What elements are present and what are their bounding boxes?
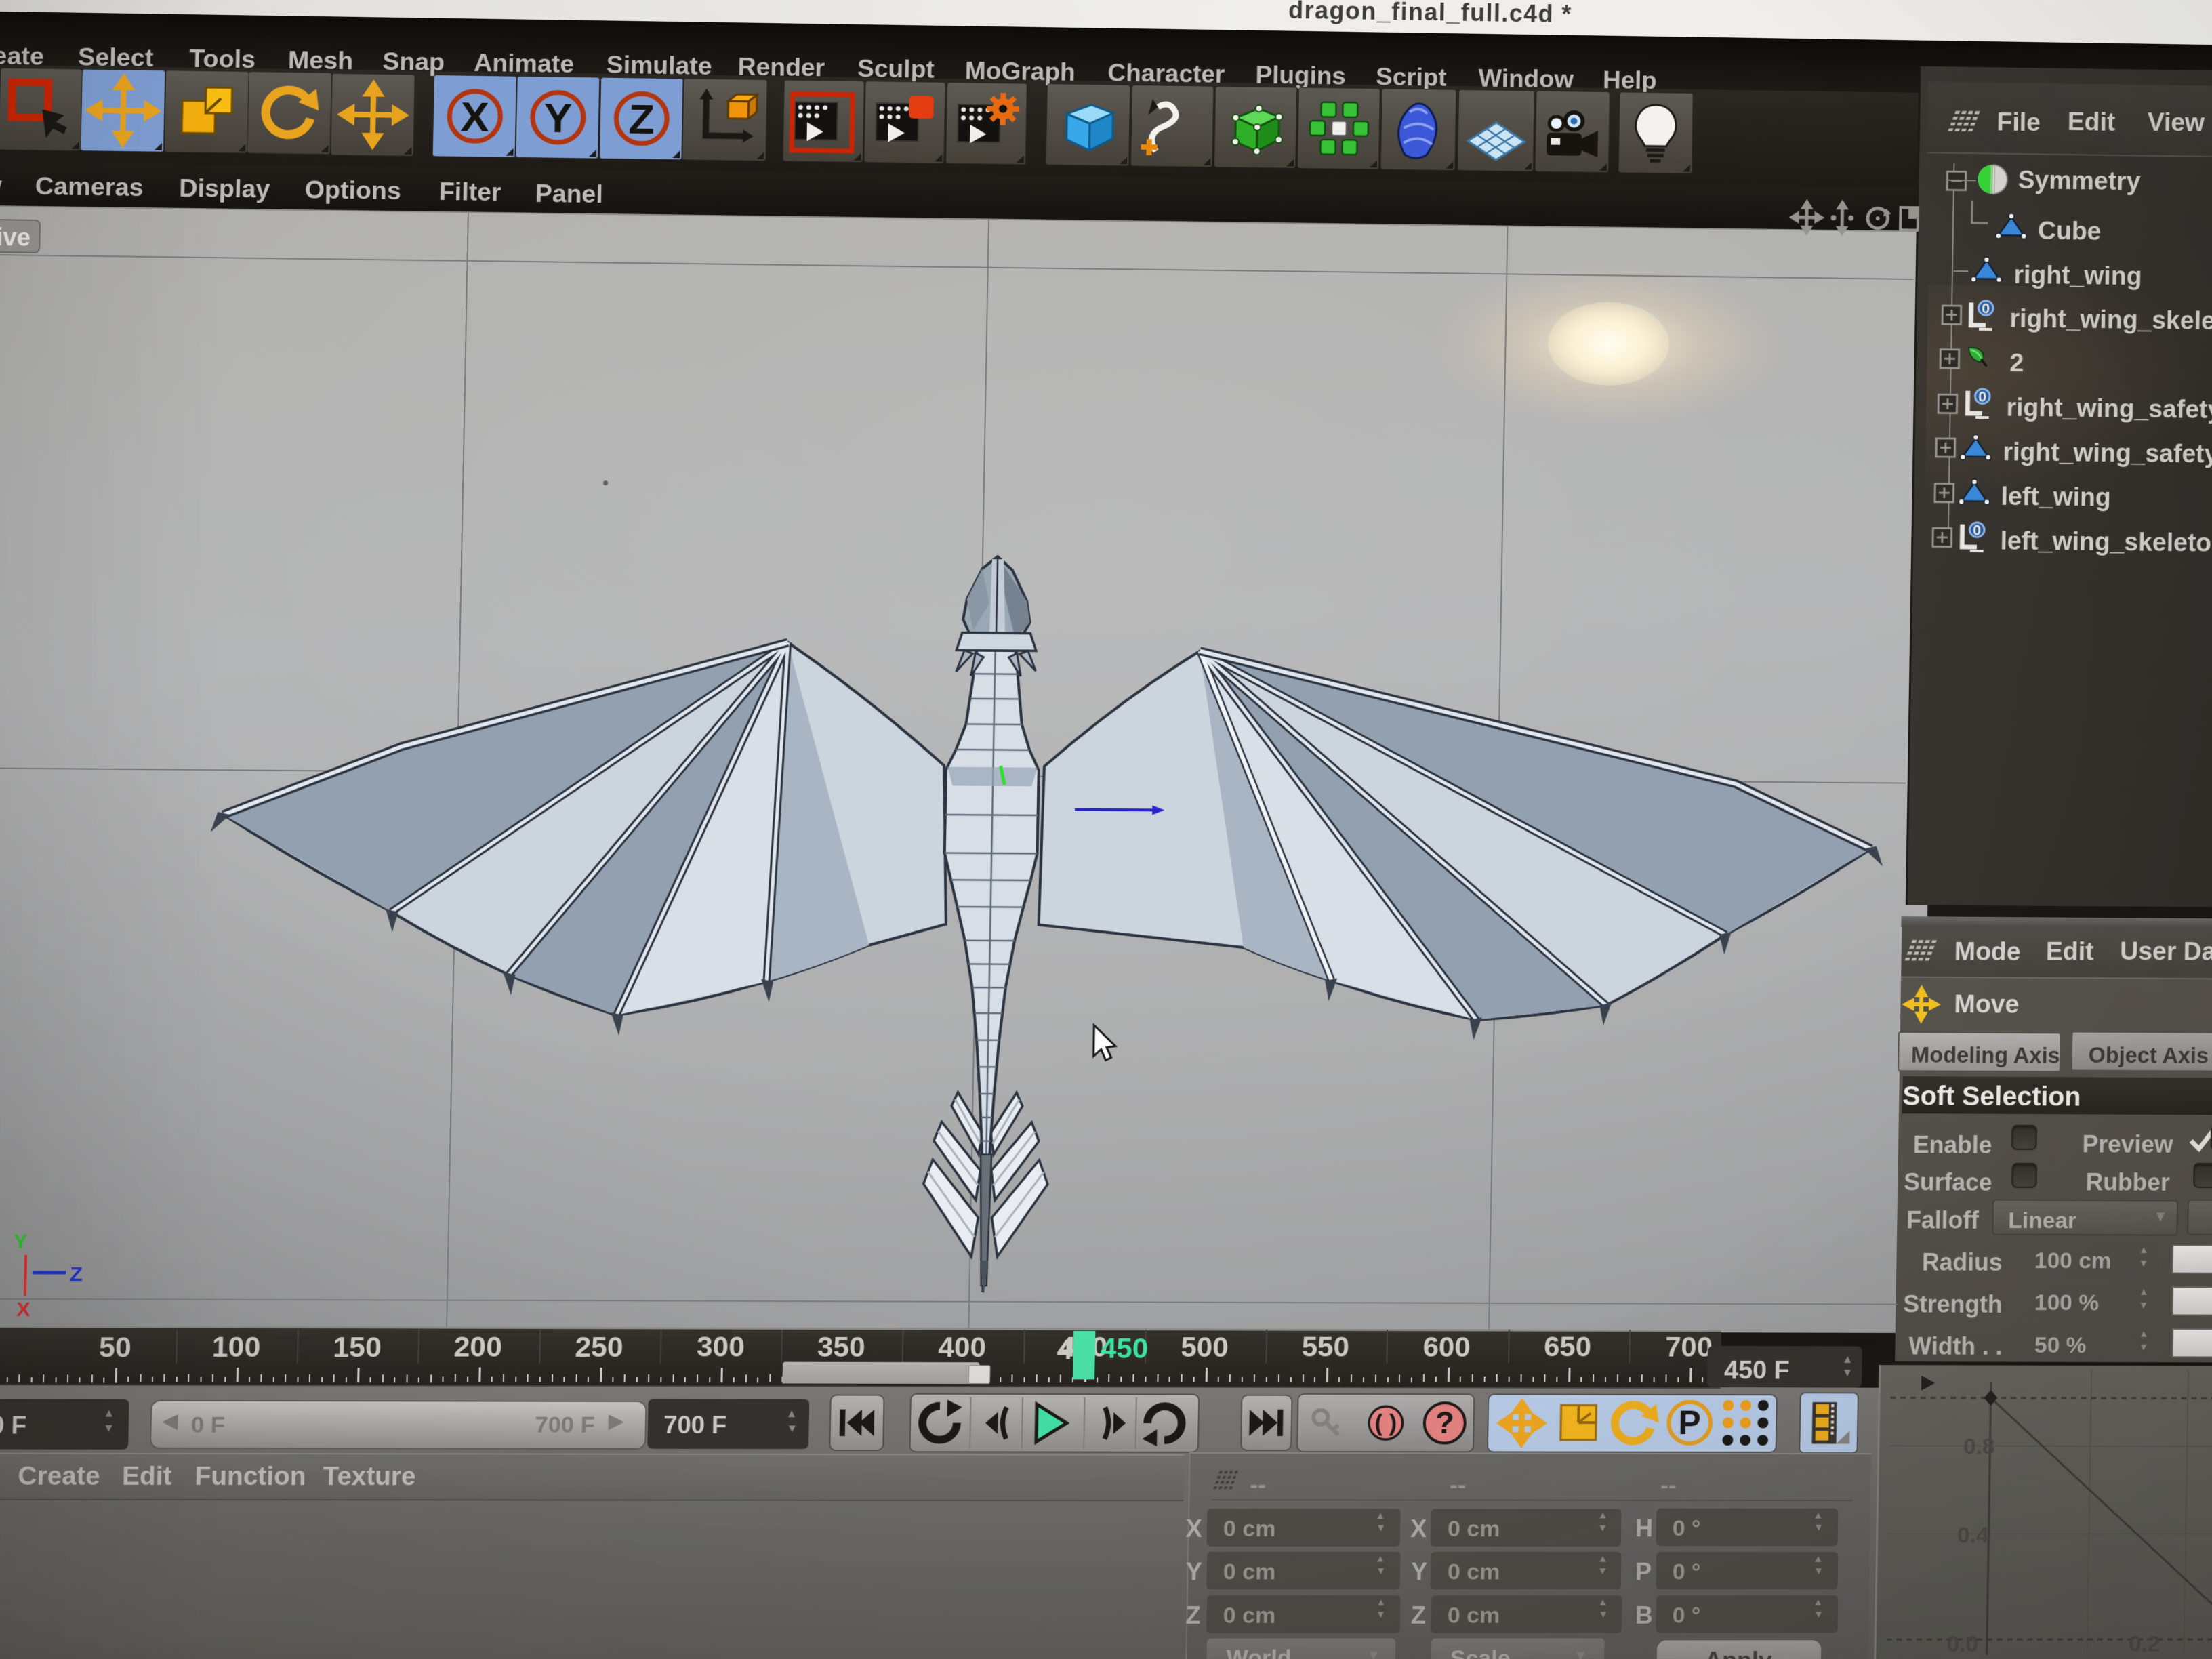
svg-text:0: 0 xyxy=(1982,300,1990,316)
svg-text:0.2: 0.2 xyxy=(2129,1632,2160,1657)
svg-text:0.4: 0.4 xyxy=(1957,1523,1989,1548)
svg-text:Y: Y xyxy=(543,95,572,142)
svg-text:X: X xyxy=(460,94,489,140)
svg-text:( ): ( ) xyxy=(1374,1410,1397,1436)
svg-text:Z: Z xyxy=(628,96,655,143)
svg-text:0: 0 xyxy=(1978,388,1986,405)
svg-text:0.0: 0.0 xyxy=(1946,1632,1978,1657)
svg-text:0: 0 xyxy=(1973,522,1981,538)
svg-text:Y: Y xyxy=(14,1231,28,1253)
svg-text:0.8: 0.8 xyxy=(1963,1434,1995,1459)
svg-text:?: ? xyxy=(1435,1405,1454,1439)
svg-text:P: P xyxy=(1678,1404,1701,1441)
svg-text:X: X xyxy=(16,1298,30,1321)
svg-text:Z: Z xyxy=(70,1263,83,1286)
